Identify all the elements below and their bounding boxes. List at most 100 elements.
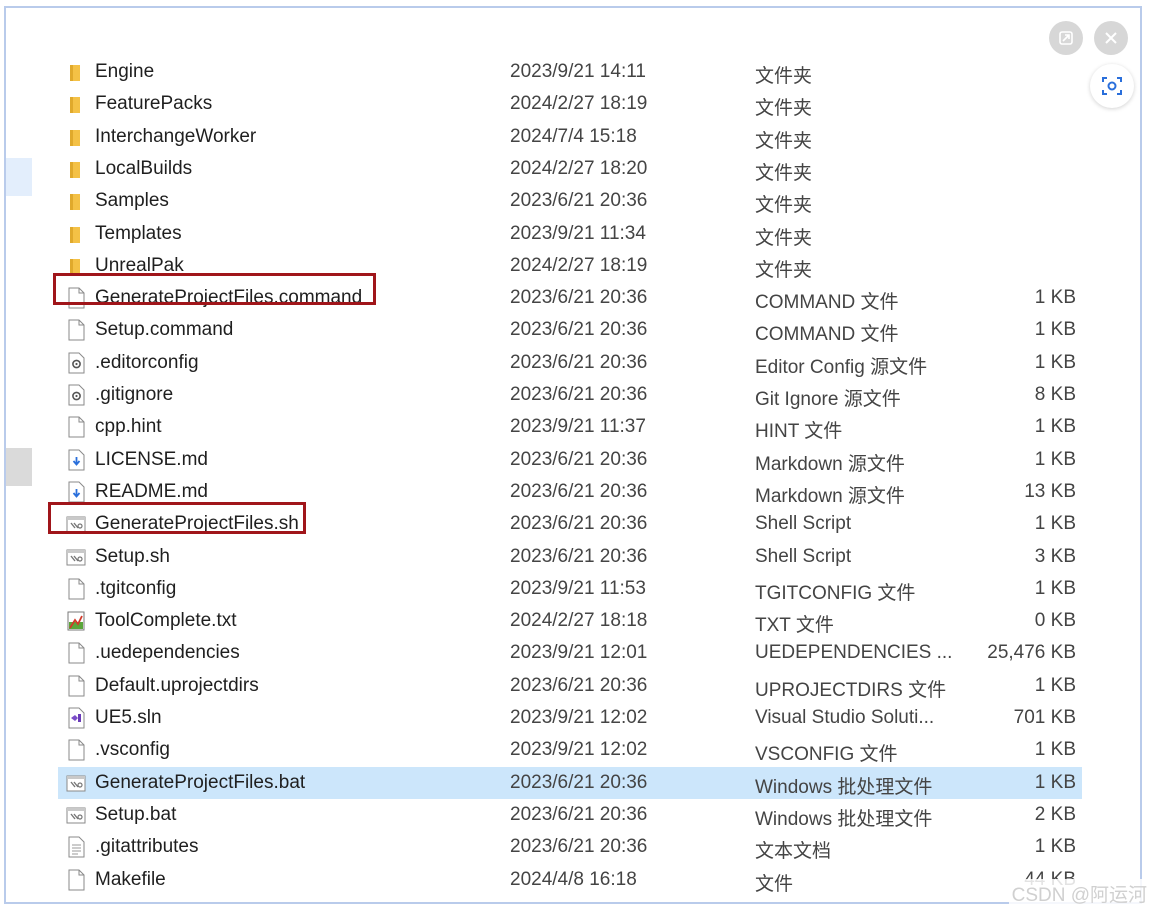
file-date-modified: 2023/9/21 12:02 [510, 739, 648, 761]
file-name: .vsconfig [95, 739, 170, 761]
close-button[interactable] [1094, 21, 1128, 55]
file-size: 1 KB [1034, 577, 1076, 599]
folder-icon [66, 93, 86, 115]
file-date-modified: 2024/4/8 16:18 [510, 868, 637, 890]
file-name: LICENSE.md [95, 448, 208, 470]
file-size: 25,476 KB [987, 642, 1076, 664]
file-name: UnrealPak [95, 254, 184, 276]
file-date-modified: 2023/6/21 20:36 [510, 771, 648, 793]
file-date-modified: 2024/7/4 15:18 [510, 125, 637, 147]
file-name: InterchangeWorker [95, 125, 257, 147]
file-size: 1 KB [1034, 319, 1076, 341]
file-row[interactable]: GenerateProjectFiles.command 2023/6/21 20… [58, 282, 1082, 314]
file-row[interactable]: Default.uprojectdirs 2023/6/21 20:36 UPROJ… [58, 670, 1082, 702]
file-row[interactable]: .uedependencies 2023/9/21 12:01 UEDEPENDEN… [58, 637, 1082, 669]
file-date-modified: 2023/6/21 20:36 [510, 545, 648, 567]
file-date-modified: 2024/2/27 18:18 [510, 610, 648, 632]
file-size: 1 KB [1034, 771, 1076, 793]
file-row[interactable]: .gitignore 2023/6/21 20:36 Git Ignore 源文件 8… [58, 379, 1082, 411]
file-row[interactable]: Setup.command 2023/6/21 20:36 COMMAND 文件 1 … [58, 314, 1082, 346]
file-type: 文件夹 [755, 195, 813, 217]
file-size: 0 KB [1034, 610, 1076, 632]
blank-file-icon [66, 319, 86, 341]
script-file-icon [66, 546, 86, 568]
file-type: 文件夹 [755, 227, 813, 249]
file-row[interactable]: ToolComplete.txt 2024/2/27 18:18 TXT 文件 0 K… [58, 605, 1082, 637]
file-size: 1 KB [1034, 513, 1076, 535]
file-type: Editor Config 源文件 [755, 356, 928, 378]
file-size: 8 KB [1034, 384, 1076, 405]
folder-icon [66, 61, 86, 83]
file-date-modified: 2023/6/21 20:36 [510, 513, 648, 535]
scan-image-button[interactable] [1090, 64, 1134, 108]
file-size: 2 KB [1034, 803, 1076, 825]
file-row[interactable]: .gitattributes 2023/6/21 20:36 文本文档 1 KB [58, 831, 1082, 863]
file-name: .uedependencies [95, 642, 240, 664]
visual-studio-icon [66, 707, 86, 729]
text-image-file-icon [66, 610, 86, 632]
file-date-modified: 2023/6/21 20:36 [510, 384, 648, 405]
scan-icon [1102, 77, 1122, 95]
file-row[interactable]: cpp.hint 2023/9/21 11:37 HINT 文件 1 KB [58, 411, 1082, 443]
file-type: COMMAND 文件 [755, 324, 899, 346]
file-row[interactable]: InterchangeWorker 2024/7/4 15:18 文件夹 [58, 121, 1082, 153]
file-type: 文件夹 [755, 162, 813, 184]
file-type: UEDEPENDENCIES ... [755, 642, 953, 664]
file-date-modified: 2023/6/21 20:36 [510, 674, 648, 696]
watermark: CSDN @阿运河 [1008, 879, 1150, 908]
blank-file-icon [66, 739, 86, 761]
file-row[interactable]: GenerateProjectFiles.bat 2023/6/21 20:36 W… [58, 766, 1082, 799]
nav-pane-selected-item[interactable] [6, 158, 32, 196]
file-row[interactable]: Setup.bat 2023/6/21 20:36 Windows 批处理文件 2 K… [58, 799, 1082, 831]
file-date-modified: 2024/2/27 18:19 [510, 254, 648, 276]
file-type: 文件夹 [755, 130, 813, 152]
file-type: Visual Studio Soluti... [755, 707, 935, 728]
file-row[interactable]: .tgitconfig 2023/9/21 11:53 TGITCONFIG 文件 1… [58, 573, 1082, 605]
file-row[interactable]: FeaturePacks 2024/2/27 18:19 文件夹 [58, 88, 1082, 120]
file-name: .gitignore [95, 384, 174, 405]
nav-pane-scrollbar[interactable] [6, 448, 32, 486]
file-type: Windows 批处理文件 [755, 776, 933, 798]
file-size: 701 KB [1013, 707, 1076, 728]
file-date-modified: 2023/9/21 11:53 [510, 577, 646, 599]
blank-file-icon [66, 416, 86, 438]
file-row[interactable]: Samples 2023/6/21 20:36 文件夹 [58, 185, 1082, 217]
file-row[interactable]: README.md 2023/6/21 20:36 Markdown 源文件 13 K… [58, 476, 1082, 508]
expand-image-button[interactable] [1049, 21, 1083, 55]
file-name: GenerateProjectFiles.bat [95, 771, 306, 793]
file-row[interactable]: Makefile2024/4/8 16:18文件44 KB [58, 864, 1082, 896]
file-row[interactable]: LocalBuilds 2024/2/27 18:20 文件夹 [58, 153, 1082, 185]
file-name: ToolComplete.txt [95, 610, 237, 632]
file-date-modified: 2023/6/21 20:36 [510, 351, 648, 373]
file-name: .gitattributes [95, 836, 199, 858]
folder-icon [66, 158, 86, 180]
file-row[interactable]: Engine 2023/9/21 14:11 文件夹 [58, 56, 1082, 88]
file-row[interactable]: GenerateProjectFiles.sh 2023/6/21 20:36 Sh… [58, 508, 1082, 540]
file-date-modified: 2024/2/27 18:19 [510, 93, 648, 115]
file-type: TGITCONFIG 文件 [755, 582, 916, 604]
file-type: COMMAND 文件 [755, 292, 899, 314]
file-row[interactable]: UnrealPak 2024/2/27 18:19 文件夹 [58, 250, 1082, 282]
blank-file-icon [66, 675, 86, 697]
file-name: Setup.sh [95, 545, 170, 567]
file-name: FeaturePacks [95, 93, 213, 115]
file-row[interactable]: Templates 2023/9/21 11:34 文件夹 [58, 218, 1082, 250]
file-name: Engine [95, 61, 155, 82]
blank-file-icon [66, 642, 86, 664]
file-size: 3 KB [1034, 545, 1076, 567]
file-date-modified: 2023/6/21 20:36 [510, 287, 648, 309]
file-row[interactable]: .editorconfig 2023/6/21 20:36 Editor Confi… [58, 347, 1082, 379]
file-size: 1 KB [1034, 287, 1076, 309]
file-row[interactable]: Setup.sh 2023/6/21 20:36 Shell Script 3 KB [58, 541, 1082, 573]
file-size: 1 KB [1034, 448, 1076, 470]
file-row[interactable]: UE5.sln 2023/9/21 12:02 Visual Studio Solu… [58, 702, 1082, 734]
file-name: Makefile [95, 868, 166, 890]
file-name: .tgitconfig [95, 577, 177, 599]
script-file-icon [66, 513, 86, 535]
close-icon [1105, 32, 1117, 44]
file-row[interactable]: LICENSE.md 2023/6/21 20:36 Markdown 源文件 1 K… [58, 444, 1082, 476]
file-date-modified: 2023/9/21 11:34 [510, 222, 646, 244]
file-date-modified: 2023/6/21 20:36 [510, 448, 648, 470]
file-date-modified: 2023/6/21 20:36 [510, 480, 648, 502]
file-row[interactable]: .vsconfig 2023/9/21 12:02 VSCONFIG 文件 1 KB [58, 734, 1082, 766]
